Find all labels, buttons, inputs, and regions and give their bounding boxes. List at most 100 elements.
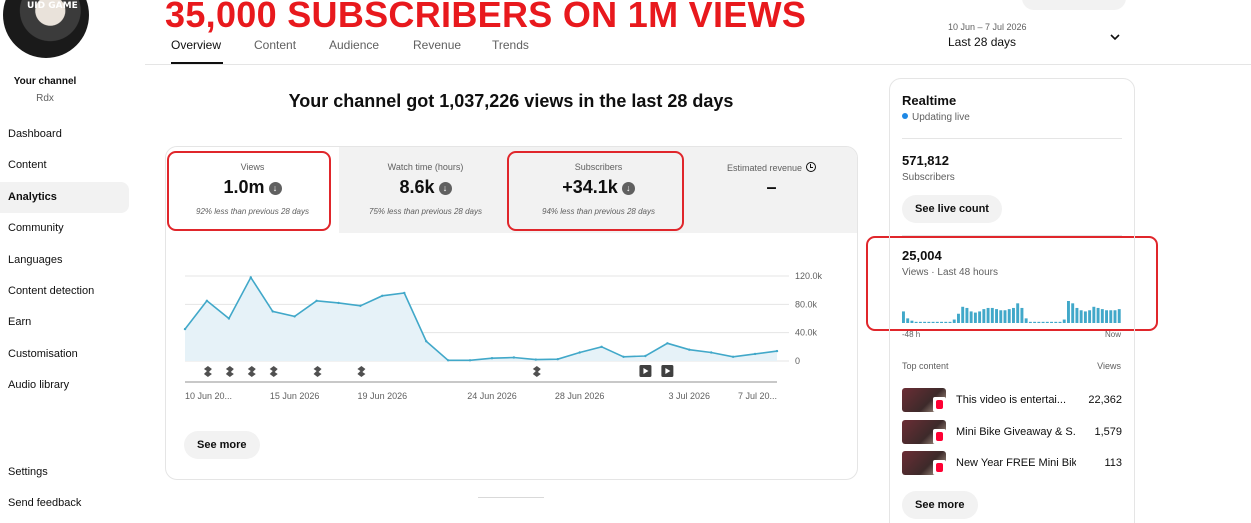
realtime-bar[interactable] [940,321,944,323]
metric-tab-estimated-revenue[interactable]: Estimated revenue – [685,147,857,233]
top-content-row[interactable]: New Year FREE Mini Bike... 113 [902,451,1122,477]
views-data-point[interactable] [468,359,472,362]
views-data-point[interactable] [205,299,209,302]
top-content-row[interactable]: This video is entertai... 22,362 [902,388,1122,414]
realtime-bar[interactable] [948,321,952,323]
realtime-bar[interactable] [914,321,918,323]
views-data-point[interactable] [490,357,494,360]
realtime-bar[interactable] [952,319,956,323]
views-data-point[interactable] [337,301,340,305]
realtime-bar[interactable] [1020,307,1024,323]
realtime-bar[interactable] [990,307,994,323]
views-data-point[interactable] [534,358,537,361]
views-data-point[interactable] [315,299,318,302]
realtime-bar[interactable] [935,321,939,323]
sidebar-item-analytics[interactable]: Analytics [0,181,129,213]
views-data-point[interactable] [249,276,252,279]
video-title[interactable]: This video is entertai... [956,394,1076,406]
sidebar-item-dashboard[interactable]: Dashboard [0,119,129,150]
realtime-bar[interactable] [1079,310,1083,323]
views-data-point[interactable] [644,354,647,358]
realtime-bar[interactable] [961,306,965,323]
tab-overview[interactable]: Overview [171,38,221,52]
tab-audience[interactable]: Audience [329,38,379,52]
date-period[interactable]: Last 28 days [948,35,1016,49]
realtime-bar[interactable] [957,313,960,323]
views-data-point[interactable] [425,340,428,343]
realtime-bar[interactable] [906,318,910,323]
realtime-bar[interactable] [1117,309,1121,323]
realtime-bar[interactable] [1003,310,1007,323]
views-data-point[interactable] [556,358,559,361]
shorts-marker-icon[interactable] [247,366,256,377]
views-data-point[interactable] [775,349,779,353]
realtime-bar[interactable] [1088,310,1092,323]
views-data-point[interactable] [688,348,691,351]
realtime-bar[interactable] [1041,321,1045,323]
realtime-bar[interactable] [1033,321,1037,323]
realtime-bar[interactable] [965,307,969,323]
shorts-marker-icon[interactable] [203,366,212,377]
views-chart[interactable]: 120.0k 80.0k 40.0k 0 10 Jun 20... 15 Jun 2026… [166,233,858,408]
realtime-bar[interactable] [1067,301,1070,323]
realtime-bar[interactable] [1109,310,1113,323]
sidebar-item-languages[interactable]: Languages [0,245,129,276]
realtime-bar[interactable] [1007,309,1011,323]
realtime-bar[interactable] [986,307,990,323]
realtime-bar[interactable] [969,311,973,323]
metric-tab-watch-time-hours[interactable]: Watch time (hours) 8.6k ↓ 75% less than pre… [339,147,512,233]
realtime-bar[interactable] [1100,309,1104,323]
realtime-bar[interactable] [1075,307,1079,323]
realtime-bar[interactable] [982,309,986,323]
tab-revenue[interactable]: Revenue [413,38,461,52]
realtime-bar[interactable] [923,321,927,323]
video-marker-icon[interactable] [639,365,652,377]
sidebar-item-customisation[interactable]: Customisation [0,339,129,370]
realtime-bar[interactable] [1050,321,1054,323]
chevron-down-icon[interactable] [1108,30,1122,44]
realtime-bar[interactable] [995,309,999,323]
tab-content[interactable]: Content [254,38,296,52]
realtime-bar[interactable] [1071,303,1075,323]
views-data-point[interactable] [578,351,581,354]
realtime-bar[interactable] [1028,321,1032,323]
top-action-pill[interactable] [1022,0,1126,10]
sidebar-item-audio-library[interactable]: Audio library [0,370,129,401]
views-data-point[interactable] [753,352,757,356]
shorts-marker-icon[interactable] [357,366,366,377]
realtime-bar[interactable] [1083,311,1087,323]
views-data-point[interactable] [666,342,669,345]
realtime-bar[interactable] [944,321,948,323]
views-data-point[interactable] [293,315,296,318]
realtime-bar[interactable] [973,312,977,323]
views-data-point[interactable] [710,351,713,354]
shorts-marker-icon[interactable] [225,366,234,377]
see-live-count-button[interactable]: See live count [902,195,1002,223]
video-marker-icon[interactable] [661,365,674,377]
realtime-bar[interactable] [978,311,982,323]
realtime-see-more-button[interactable]: See more [902,491,978,519]
date-range[interactable]: 10 Jun – 7 Jul 2026 [948,22,1027,32]
sidebar-item-community[interactable]: Community [0,213,129,244]
realtime-bar[interactable] [1113,310,1117,323]
realtime-views-bars[interactable] [902,293,1122,323]
realtime-bar[interactable] [910,320,914,323]
realtime-bar[interactable] [1096,307,1100,323]
views-data-point[interactable] [600,345,603,348]
video-title[interactable]: New Year FREE Mini Bike... [956,457,1076,469]
shorts-marker-icon[interactable] [532,366,541,377]
realtime-bar[interactable] [1105,310,1109,323]
views-data-point[interactable] [183,327,187,331]
see-more-button[interactable]: See more [184,431,260,459]
shorts-marker-icon[interactable] [313,366,322,377]
views-data-point[interactable] [446,359,450,362]
realtime-bar[interactable] [1012,307,1015,323]
sidebar-item-content[interactable]: Content [0,150,129,181]
views-data-point[interactable] [731,355,735,358]
video-title[interactable]: Mini Bike Giveaway & S... [956,426,1076,438]
realtime-bar[interactable] [1062,319,1066,323]
realtime-bar[interactable] [931,321,935,323]
views-data-point[interactable] [403,291,406,295]
realtime-bar[interactable] [902,311,905,323]
realtime-bar[interactable] [1016,303,1020,323]
